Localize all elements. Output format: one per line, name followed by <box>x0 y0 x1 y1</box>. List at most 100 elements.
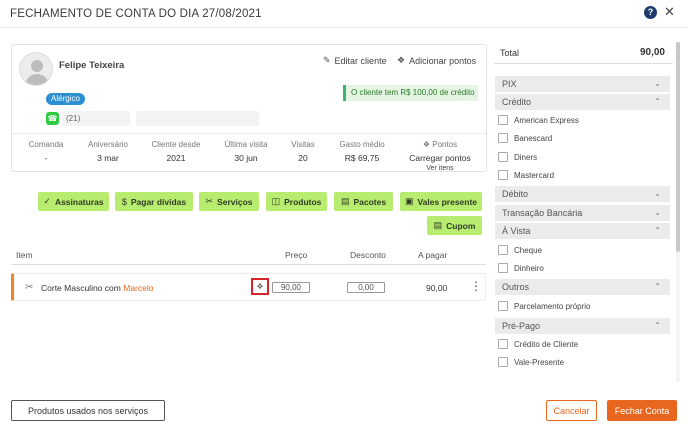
stat-visitas: Visitas 20 <box>283 140 323 163</box>
stat-value: 20 <box>298 153 308 163</box>
servicos-label: Serviços <box>217 196 253 207</box>
total-value: 90,00 <box>639 47 665 58</box>
option-cheque[interactable]: Cheque <box>498 245 542 255</box>
group-transacao-bancaria[interactable]: Transação Bancária ⌄ <box>495 205 670 221</box>
servicos-button[interactable]: ✂ Serviços <box>199 192 259 211</box>
help-icon[interactable]: ? <box>644 6 657 19</box>
chevron-down-icon: ⌄ <box>654 79 661 88</box>
total-label: Total <box>500 48 520 58</box>
option-label: Dinheiro <box>514 263 544 273</box>
chevron-down-icon: ⌄ <box>654 208 661 217</box>
service-name: Corte Masculino <box>41 283 103 293</box>
discount-input[interactable]: 0,00 <box>347 282 385 293</box>
price-input[interactable]: 90,00 <box>272 282 310 293</box>
checkbox[interactable] <box>498 339 508 349</box>
phone-field: (21) <box>62 111 130 126</box>
modal-header: FECHAMENTO DE CONTA DO DIA 27/08/2021 ? … <box>0 0 688 28</box>
option-banescard[interactable]: Banescard <box>498 133 552 143</box>
checkbox[interactable] <box>498 263 508 273</box>
produtos-label: Produtos <box>284 196 322 207</box>
stat-cliente-desde: Cliente desde 2021 <box>145 140 207 163</box>
scissors-icon: ✂ <box>25 282 34 293</box>
tag-icon: ❖ <box>422 140 431 149</box>
stat-value: 30 jun <box>234 153 258 163</box>
scissors-icon: ✂ <box>205 196 214 206</box>
group-debito[interactable]: Débito ⌄ <box>495 186 670 202</box>
phone-extra-field <box>136 111 259 126</box>
more-options-icon[interactable]: ⋮ <box>470 280 482 292</box>
close-account-button[interactable]: Fechar Conta <box>607 400 677 421</box>
group-label: À Vista <box>502 226 531 236</box>
avatar <box>19 52 53 86</box>
add-points-button[interactable]: ❖ Adicionar pontos <box>397 55 476 66</box>
stat-value: R$ 69,75 <box>344 153 380 163</box>
chevron-up-icon: ⌃ <box>654 97 661 106</box>
pagar-dividas-button[interactable]: $ Pagar dívidas <box>115 192 193 211</box>
add-points-label: Adicionar pontos <box>409 55 477 66</box>
option-american-express[interactable]: American Express <box>498 115 579 125</box>
professional-name[interactable]: Marcelo <box>123 283 153 293</box>
stat-label-text: Pontos <box>432 140 458 149</box>
checkbox[interactable] <box>498 301 508 311</box>
option-label: American Express <box>514 115 579 125</box>
stat-label: Comanda <box>28 140 64 149</box>
option-vale-presente[interactable]: Vale-Presente <box>498 357 564 367</box>
group-label: PIX <box>502 79 517 89</box>
discount-tag-icon[interactable]: ❖ <box>251 278 269 295</box>
pacotes-button[interactable]: ▤ Pacotes <box>334 192 393 211</box>
pacotes-label: Pacotes <box>353 196 387 207</box>
group-credito[interactable]: Crédito ⌃ <box>495 94 670 110</box>
option-label: Cheque <box>514 245 543 255</box>
option-mastercard[interactable]: Mastercard <box>498 170 554 180</box>
total-row: Total 90,00 <box>494 42 673 64</box>
assinaturas-label: Assinaturas <box>54 196 104 207</box>
option-label: Parcelamento próprio <box>514 301 591 311</box>
group-pix[interactable]: PIX ⌄ <box>495 76 670 92</box>
edit-client-button[interactable]: ✎ Editar cliente <box>323 55 387 66</box>
group-label: Transação Bancária <box>502 208 583 218</box>
view-items-link[interactable]: Ver itens <box>404 165 476 172</box>
allergy-badge: Alérgico <box>46 93 85 105</box>
whatsapp-icon[interactable]: ☎ <box>46 112 59 125</box>
table-row: ✂ Corte Masculino com Marcelo ❖ 90,00 0,… <box>11 273 486 301</box>
checkbox[interactable] <box>498 170 508 180</box>
option-parcelamento-proprio[interactable]: Parcelamento próprio <box>498 301 590 311</box>
stat-label: ❖ Pontos <box>404 140 476 149</box>
col-preco: Preço <box>285 250 308 260</box>
option-credito-de-cliente[interactable]: Crédito de Cliente <box>498 339 578 349</box>
checkbox[interactable] <box>498 245 508 255</box>
stat-value: - <box>44 153 48 163</box>
col-item: Item <box>16 250 33 260</box>
col-desconto: Desconto <box>350 250 386 260</box>
option-diners[interactable]: Diners <box>498 152 537 162</box>
cupom-label: Cupom <box>446 220 476 231</box>
load-points-link[interactable]: Carregar pontos <box>404 153 476 163</box>
scrollbar-thumb[interactable] <box>676 42 680 252</box>
checkbox[interactable] <box>498 152 508 162</box>
ticket-icon: ▤ <box>433 220 443 230</box>
checkbox[interactable] <box>498 133 508 143</box>
edit-client-label: Editar cliente <box>334 55 387 66</box>
checkbox[interactable] <box>498 115 508 125</box>
option-label: Crédito de Cliente <box>514 339 579 349</box>
stat-label: Gasto médio <box>339 140 385 149</box>
check-circle-icon: ✓ <box>43 196 51 206</box>
cancel-button[interactable]: Cancelar <box>546 400 597 421</box>
item-total: 90,00 <box>426 283 448 293</box>
group-label: Débito <box>502 189 529 199</box>
group-outros[interactable]: Outros ⌃ <box>495 279 670 295</box>
vales-presente-button[interactable]: ▣ Vales presente <box>400 192 482 211</box>
group-a-vista[interactable]: À Vista ⌃ <box>495 223 670 239</box>
assinaturas-button[interactable]: ✓ Assinaturas <box>38 192 109 211</box>
checkbox[interactable] <box>498 357 508 367</box>
chevron-up-icon: ⌃ <box>654 282 661 291</box>
close-icon[interactable]: ✕ <box>664 5 675 19</box>
modal-title: FECHAMENTO DE CONTA DO DIA 27/08/2021 <box>10 8 262 20</box>
products-used-button[interactable]: Produtos usados nos serviços <box>11 400 165 421</box>
item-description: Corte Masculino com Marcelo <box>41 283 153 293</box>
option-dinheiro[interactable]: Dinheiro <box>498 263 544 273</box>
cupom-button[interactable]: ▤ Cupom <box>427 216 482 235</box>
client-name: Felipe Teixeira <box>59 60 125 71</box>
produtos-button[interactable]: ◫ Produtos <box>266 192 327 211</box>
group-pre-pago[interactable]: Pré-Pago ⌃ <box>495 318 670 334</box>
